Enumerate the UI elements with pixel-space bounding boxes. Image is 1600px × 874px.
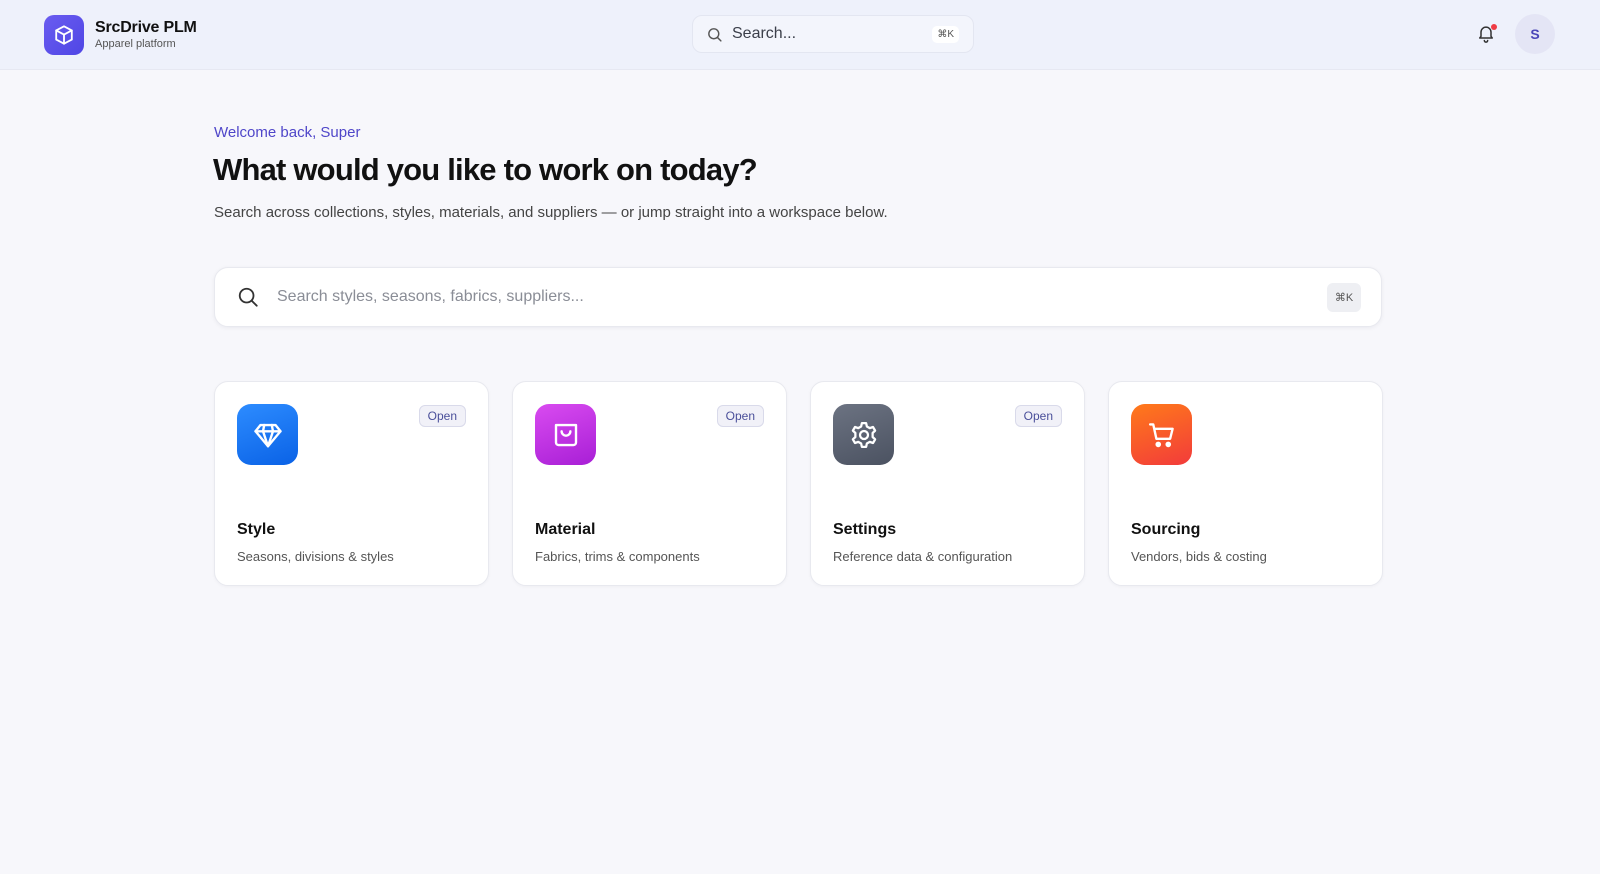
open-badge: Open — [716, 405, 764, 427]
shopping-bag-icon — [535, 404, 596, 465]
header-search-input[interactable] — [732, 25, 922, 43]
workspace-card-material[interactable]: Open Material Fabrics, trims & component… — [512, 381, 787, 586]
cube-logo-icon — [44, 15, 84, 55]
notification-dot — [1491, 24, 1497, 30]
user-avatar[interactable]: S — [1515, 14, 1555, 54]
brand[interactable]: SrcDrive PLM Apparel platform — [44, 15, 197, 55]
search-icon — [706, 26, 723, 43]
brand-title: SrcDrive PLM — [95, 19, 197, 36]
card-title: Material — [535, 521, 596, 538]
page-subtitle: Search across collections, styles, mater… — [214, 204, 888, 221]
card-description: Fabrics, trims & components — [535, 549, 700, 564]
shortcut-hint: ⌘K — [1327, 283, 1361, 312]
workspace-card-style[interactable]: Open Style Seasons, divisions & styles — [214, 381, 489, 586]
workspace-cards: Open Style Seasons, divisions & styles O… — [214, 381, 1383, 586]
card-title: Settings — [833, 521, 897, 538]
open-badge: Open — [1014, 405, 1062, 427]
shopping-cart-icon — [1131, 404, 1192, 465]
welcome-text: Welcome back, Super — [214, 124, 361, 141]
page-title: What would you like to work on today? — [213, 152, 758, 187]
search-icon — [237, 286, 259, 308]
main-search-input[interactable] — [277, 288, 1277, 306]
open-badge: Open — [418, 405, 466, 427]
card-title: Sourcing — [1131, 521, 1201, 538]
card-description: Reference data & configuration — [833, 549, 1013, 564]
notifications-button[interactable] — [1476, 22, 1498, 46]
diamond-icon — [237, 404, 298, 465]
brand-subtitle: Apparel platform — [95, 38, 176, 50]
workspace-card-settings[interactable]: Open Settings Reference data & configura… — [810, 381, 1085, 586]
main-search[interactable]: ⌘K — [214, 267, 1382, 327]
card-title: Style — [237, 521, 276, 538]
top-header: SrcDrive PLM Apparel platform ⌘K S — [0, 0, 1600, 70]
shortcut-hint: ⌘K — [932, 26, 959, 43]
header-search[interactable]: ⌘K — [692, 15, 974, 53]
card-description: Vendors, bids & costing — [1131, 549, 1267, 564]
gear-icon — [833, 404, 894, 465]
card-description: Seasons, divisions & styles — [237, 549, 394, 564]
workspace-card-sourcing[interactable]: Sourcing Vendors, bids & costing — [1108, 381, 1383, 586]
